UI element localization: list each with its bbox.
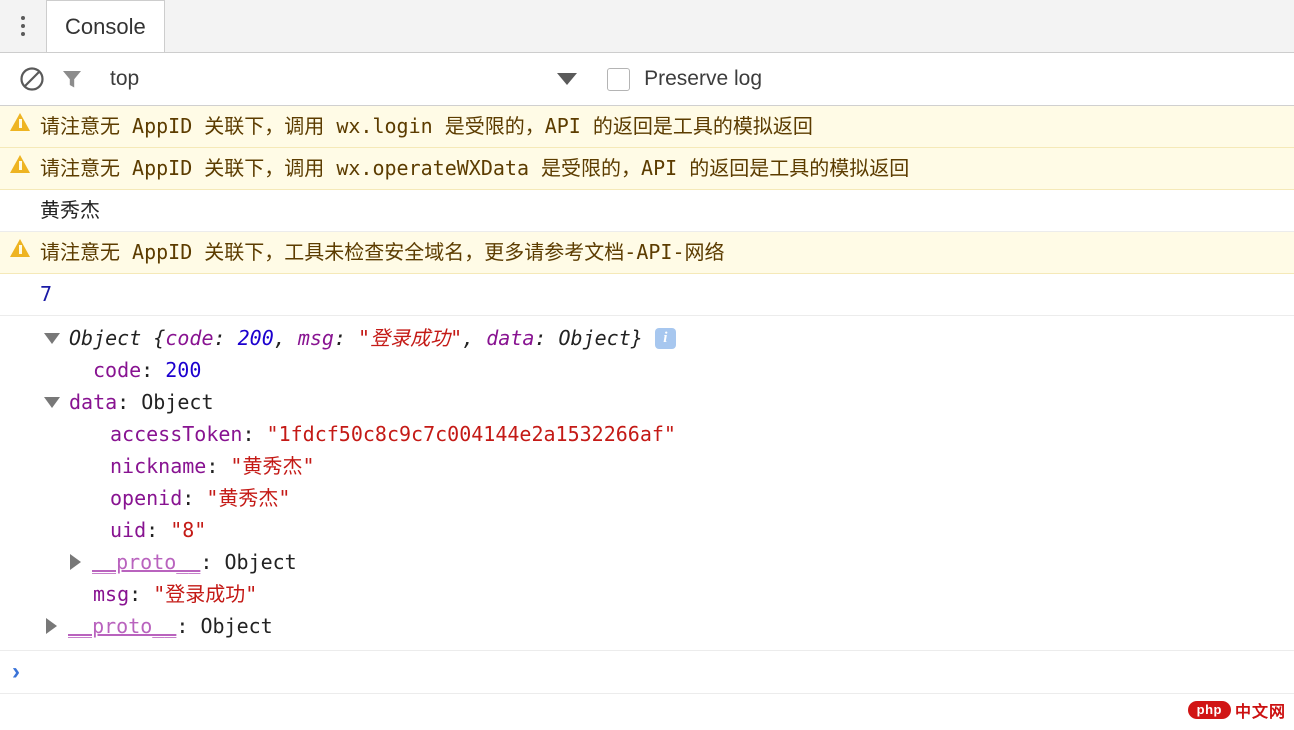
disclosure-triangle-closed-icon[interactable] bbox=[46, 618, 57, 634]
message-text: 黄秀杰 bbox=[40, 195, 110, 225]
object-property-row[interactable]: msg : "登录成功" bbox=[0, 578, 1294, 610]
object-property-row[interactable]: accessToken : "1fdcf50c8c9c7c004144e2a15… bbox=[0, 418, 1294, 450]
message-text: 请注意无 AppID 关联下，工具未检查安全域名，更多请参考文档-API-网络 bbox=[40, 237, 735, 267]
object-preview-row[interactable]: Object { code : 200 , msg : "登录成功" , dat… bbox=[0, 322, 1294, 354]
property-value: Object bbox=[224, 546, 296, 578]
preview-comma: , bbox=[462, 322, 486, 354]
preview-key: code bbox=[165, 322, 213, 354]
preview-sep: : bbox=[334, 322, 358, 354]
message-gutter bbox=[0, 153, 40, 173]
property-key: nickname bbox=[110, 450, 206, 482]
property-key: data bbox=[69, 386, 117, 418]
property-sep: : bbox=[200, 546, 224, 578]
property-key: uid bbox=[110, 514, 146, 546]
property-key: __proto__ bbox=[92, 546, 200, 578]
prompt-chevron-icon: › bbox=[12, 658, 20, 686]
preview-value: "登录成功" bbox=[358, 322, 462, 354]
watermark: php 中文网 bbox=[1188, 698, 1286, 722]
object-property-row[interactable]: code : 200 bbox=[0, 354, 1294, 386]
preview-sep: : bbox=[214, 322, 238, 354]
property-value: "8" bbox=[170, 514, 206, 546]
kebab-dot bbox=[21, 16, 25, 20]
execution-context-selector[interactable]: top bbox=[110, 67, 139, 91]
property-sep: : bbox=[182, 482, 206, 514]
warning-triangle-icon bbox=[10, 113, 30, 131]
php-logo: php bbox=[1188, 701, 1231, 719]
message-gutter bbox=[0, 279, 40, 281]
message-gutter bbox=[0, 111, 40, 131]
console-message-warning[interactable]: 请注意无 AppID 关联下，工具未检查安全域名，更多请参考文档-API-网络 bbox=[0, 232, 1294, 274]
tab-console[interactable]: Console bbox=[46, 0, 165, 52]
message-text: 请注意无 AppID 关联下，调用 wx.operateWXData 是受限的，… bbox=[40, 153, 919, 183]
object-type-name: Object bbox=[69, 322, 141, 354]
preview-key: msg bbox=[298, 322, 334, 354]
message-gutter bbox=[0, 237, 40, 257]
property-value: Object bbox=[141, 386, 213, 418]
warning-triangle-icon bbox=[10, 239, 30, 257]
console-output: 请注意无 AppID 关联下，调用 wx.login 是受限的，API 的返回是… bbox=[0, 106, 1294, 694]
clear-console-icon[interactable] bbox=[12, 59, 52, 99]
property-key: code bbox=[93, 354, 141, 386]
property-value: "1fdcf50c8c9c7c004144e2a1532266af" bbox=[267, 418, 676, 450]
preserve-log-label: Preserve log bbox=[644, 67, 762, 91]
preserve-log-toggle[interactable]: Preserve log bbox=[607, 67, 762, 91]
object-property-row[interactable]: openid : "黄秀杰" bbox=[0, 482, 1294, 514]
tab-strip: Console bbox=[0, 0, 1294, 53]
message-text: 请注意无 AppID 关联下，调用 wx.login 是受限的，API 的返回是… bbox=[40, 111, 823, 141]
property-sep: : bbox=[146, 514, 170, 546]
preview-sep: : bbox=[534, 322, 558, 354]
message-text: 7 bbox=[40, 279, 62, 309]
disclosure-triangle-open-icon[interactable] bbox=[44, 397, 60, 408]
object-proto-row[interactable]: __proto__ : Object bbox=[0, 610, 1294, 642]
object-property-row[interactable]: nickname : "黄秀杰" bbox=[0, 450, 1294, 482]
property-key: openid bbox=[110, 482, 182, 514]
filter-icon[interactable] bbox=[52, 59, 92, 99]
console-object-tree: Object { code : 200 , msg : "登录成功" , dat… bbox=[0, 316, 1294, 651]
property-value: "黄秀杰" bbox=[206, 482, 290, 514]
console-message-warning[interactable]: 请注意无 AppID 关联下，调用 wx.login 是受限的，API 的返回是… bbox=[0, 106, 1294, 148]
property-value: "黄秀杰" bbox=[230, 450, 314, 482]
console-message-log[interactable]: 黄秀杰 bbox=[0, 190, 1294, 232]
object-proto-row[interactable]: __proto__ : Object bbox=[0, 546, 1294, 578]
info-icon[interactable]: i bbox=[655, 328, 676, 349]
kebab-dot bbox=[21, 24, 25, 28]
preview-key: data bbox=[486, 322, 534, 354]
warning-triangle-icon bbox=[10, 155, 30, 173]
tab-console-label: Console bbox=[65, 14, 146, 40]
message-gutter bbox=[0, 195, 40, 197]
disclosure-triangle-closed-icon[interactable] bbox=[70, 554, 81, 570]
preview-comma: , bbox=[274, 322, 298, 354]
property-value: 200 bbox=[165, 354, 201, 386]
property-sep: : bbox=[129, 578, 153, 610]
preserve-log-checkbox[interactable] bbox=[607, 68, 630, 91]
kebab-menu-icon[interactable] bbox=[0, 0, 46, 52]
preview-value: Object bbox=[559, 322, 631, 354]
property-key: __proto__ bbox=[68, 610, 176, 642]
property-sep: : bbox=[206, 450, 230, 482]
property-value: Object bbox=[200, 610, 272, 642]
property-key: msg bbox=[93, 578, 129, 610]
console-message-warning[interactable]: 请注意无 AppID 关联下，调用 wx.operateWXData 是受限的，… bbox=[0, 148, 1294, 190]
disclosure-triangle-open-icon[interactable] bbox=[44, 333, 60, 344]
property-sep: : bbox=[176, 610, 200, 642]
property-key: accessToken bbox=[110, 418, 242, 450]
preview-value: 200 bbox=[238, 322, 274, 354]
console-toolbar: top Preserve log bbox=[0, 53, 1294, 106]
property-sep: : bbox=[141, 354, 165, 386]
console-prompt-row[interactable]: › bbox=[0, 651, 1294, 694]
object-close-brace: } bbox=[631, 322, 643, 354]
watermark-site-text: 中文网 bbox=[1235, 698, 1286, 722]
object-open-brace: { bbox=[141, 322, 165, 354]
property-value: "登录成功" bbox=[153, 578, 257, 610]
chevron-down-icon[interactable] bbox=[557, 73, 577, 85]
kebab-dot bbox=[21, 32, 25, 36]
object-property-row[interactable]: data : Object bbox=[0, 386, 1294, 418]
property-sep: : bbox=[117, 386, 141, 418]
console-message-log[interactable]: 7 bbox=[0, 274, 1294, 316]
property-sep: : bbox=[242, 418, 266, 450]
object-property-row[interactable]: uid : "8" bbox=[0, 514, 1294, 546]
